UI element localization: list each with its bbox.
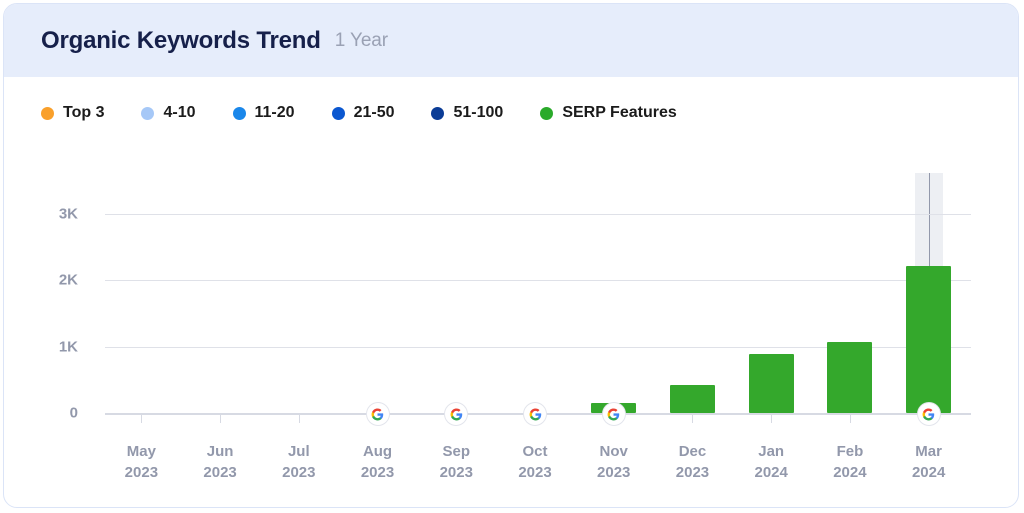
x-axis-tick-label: Jan 2024 [731, 441, 811, 483]
x-axis-tick-label: Mar 2024 [889, 441, 969, 483]
bar-serp-features[interactable] [669, 385, 715, 413]
google-update-icon[interactable] [602, 403, 625, 425]
page-title: Organic Keywords Trend [41, 26, 321, 54]
legend-color-dot [141, 106, 155, 120]
gridline [105, 214, 971, 215]
x-axis-tick-label: Feb 2024 [810, 441, 890, 483]
card-header: Organic Keywords Trend 1 Year [4, 4, 1018, 77]
x-tick-month: Dec [678, 443, 707, 460]
google-update-icon[interactable] [524, 403, 546, 425]
bar-serp-features[interactable] [906, 265, 952, 413]
x-tick-month: Mar [915, 443, 942, 460]
x-axis-tick-label: Nov 2023 [574, 441, 654, 483]
legend-item-label: 51-100 [453, 104, 504, 121]
bar-serp-features[interactable] [748, 353, 794, 413]
x-tick-year: 2023 [597, 464, 631, 481]
legend-color-dot [431, 106, 445, 120]
x-axis-tick-label: Oct 2023 [495, 441, 575, 483]
chart-legend: Top 3 4-10 11-20 21-50 51-100 SERP Features [41, 104, 714, 122]
x-axis-tick [298, 414, 300, 423]
x-tick-year: 2023 [518, 464, 552, 481]
x-tick-year: 2023 [282, 464, 316, 481]
x-axis-tick [141, 414, 143, 423]
x-axis-tick [771, 414, 773, 423]
gridline [105, 346, 971, 348]
y-axis-tick-label: 3K [58, 205, 78, 223]
x-tick-month: Jun [206, 443, 234, 460]
hover-crosshair-line [928, 173, 931, 422]
x-axis-tick [377, 414, 379, 423]
x-axis-tick-label: Dec 2023 [652, 441, 732, 483]
gridline [105, 280, 971, 282]
x-tick-month: Aug [362, 443, 393, 460]
y-axis-tick-label: 0 [69, 404, 78, 422]
legend-item-label: 4-10 [163, 104, 196, 121]
x-axis-tick [613, 414, 615, 423]
legend-item-label: 21-50 [353, 104, 395, 121]
legend-item-label: SERP Features [562, 104, 677, 121]
x-tick-year: 2023 [203, 464, 237, 481]
x-axis-tick [928, 414, 930, 423]
hover-highlight-column [914, 173, 943, 413]
x-tick-month: Jul [287, 443, 310, 460]
legend-color-dot [540, 106, 554, 120]
legend-item[interactable]: 21-50 [331, 104, 395, 122]
legend-item-label: Top 3 [63, 104, 105, 121]
x-tick-year: 2024 [833, 464, 867, 481]
x-axis-tick [692, 414, 694, 423]
legend-color-dot [232, 106, 246, 120]
period-label: 1 Year [334, 29, 388, 51]
organic-keywords-trend-card: Organic Keywords Trend 1 Year Top 3 4-10 1… [3, 3, 1019, 508]
x-tick-year: 2023 [675, 464, 710, 481]
x-axis-tick-label: Jun 2023 [180, 441, 260, 483]
x-tick-year: 2023 [124, 464, 159, 481]
x-axis-tick [456, 414, 458, 423]
x-tick-year: 2024 [754, 464, 788, 481]
y-axis-tick-label: 2K [58, 271, 78, 289]
x-tick-month: Oct [522, 443, 548, 460]
x-axis-tick-label: Sep 2023 [416, 441, 496, 483]
x-tick-month: Feb [836, 443, 864, 460]
legend-item[interactable]: 51-100 [431, 104, 503, 122]
y-axis-tick-label: 1K [58, 338, 78, 356]
legend-color-dot [41, 106, 54, 120]
x-axis-tick [220, 414, 222, 423]
legend-item[interactable]: 11-20 [232, 104, 295, 122]
bar-serp-features[interactable] [591, 403, 637, 413]
x-axis-tick-label: Aug 2023 [338, 441, 418, 483]
google-update-icon[interactable] [917, 403, 940, 425]
legend-item-label: 11-20 [254, 104, 295, 121]
legend-color-dot [331, 106, 345, 120]
x-axis-tick-label: May 2023 [101, 441, 181, 483]
x-tick-month: May [126, 443, 156, 460]
x-axis-tick [535, 414, 536, 423]
x-axis-tick [849, 414, 851, 423]
x-tick-month: Nov [599, 443, 628, 460]
x-tick-month: Jan [758, 443, 785, 460]
x-tick-year: 2024 [911, 464, 946, 481]
x-tick-month: Sep [442, 443, 471, 460]
x-tick-year: 2023 [439, 464, 473, 481]
legend-item[interactable]: 4-10 [141, 104, 196, 122]
legend-item[interactable]: SERP Features [540, 104, 677, 122]
legend-item[interactable]: Top 3 [41, 104, 104, 122]
x-axis-line [105, 413, 971, 415]
bar-serp-features[interactable] [827, 342, 873, 413]
x-axis-tick-label: Jul 2023 [259, 441, 339, 483]
google-update-icon[interactable] [366, 403, 389, 425]
x-tick-year: 2023 [360, 464, 395, 481]
google-update-icon[interactable] [445, 403, 468, 425]
chart-plot-area: 0 1K 2K 3K May 2023 Jun 2023 Jul 2023 Aug 2023 Sep 20… [4, 4, 1018, 507]
